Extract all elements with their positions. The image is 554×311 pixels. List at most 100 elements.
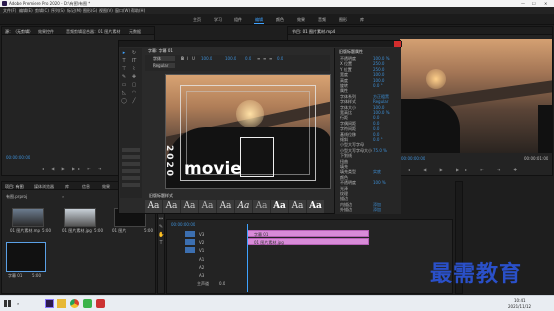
font-style-dropdown[interactable]: Regular xyxy=(153,63,175,68)
tracking-value[interactable]: 0.0 xyxy=(277,56,283,61)
align-right-icon[interactable]: ≡ xyxy=(269,56,272,61)
font-family-dropdown[interactable]: 字体 xyxy=(153,56,175,61)
search-taskbar-icon[interactable]: ⌕ xyxy=(17,301,19,306)
property-value[interactable]: 100 % xyxy=(373,180,400,185)
tab-project[interactable]: 项目: 有图 xyxy=(5,184,24,189)
workspace-tab-libraries[interactable]: 库 xyxy=(360,17,364,22)
italic-button[interactable]: I xyxy=(187,56,188,61)
tab-effects[interactable]: 效果 xyxy=(102,184,110,189)
style-preset[interactable]: Aa xyxy=(307,200,324,213)
workspace-tab-graphics[interactable]: 图形 xyxy=(339,17,347,22)
hand-tool-icon[interactable]: ✋ xyxy=(158,232,164,238)
menu-view[interactable]: 视图(V) xyxy=(99,8,113,13)
style-preset[interactable]: Aa xyxy=(145,200,162,213)
project-item-thumb[interactable] xyxy=(12,208,44,227)
bold-button[interactable]: B xyxy=(181,56,184,61)
style-preset[interactable]: Aa xyxy=(289,200,306,213)
kerning-value[interactable]: 100.0 xyxy=(225,56,236,61)
menu-clip[interactable]: 剪辑(C) xyxy=(35,8,49,13)
tab-media-browser[interactable]: 媒体浏览器 xyxy=(34,184,54,189)
align-center-icon[interactable]: ≡ xyxy=(263,56,266,61)
align-left-icon[interactable]: ≡ xyxy=(257,56,260,61)
property-value[interactable]: 0.0 ° xyxy=(373,83,400,88)
property-value[interactable]: 0.0 xyxy=(373,132,400,137)
pen-tool-icon[interactable]: ✎ xyxy=(158,224,164,230)
title-selection-tool-icon[interactable]: ▸ xyxy=(121,50,127,56)
title-add-anchor-tool-icon[interactable]: ✚ xyxy=(131,74,137,80)
source-transport-controls[interactable]: ◂ ◀ ▶ ▶▸ ⇤ ⇥ xyxy=(42,166,112,171)
property-value[interactable]: 100.0 % xyxy=(373,56,400,61)
menu-window[interactable]: 窗口(W) xyxy=(115,8,130,13)
property-value[interactable]: 方正粗黑 xyxy=(373,94,400,99)
workspace-tab-color[interactable]: 颜色 xyxy=(276,17,284,22)
project-item-thumb[interactable] xyxy=(64,208,96,227)
chrome-taskbar-icon[interactable] xyxy=(70,299,79,308)
style-preset[interactable]: Aa xyxy=(235,200,252,213)
workspace-tab-home[interactable]: 主页 xyxy=(193,17,201,22)
property-value[interactable]: 添加 xyxy=(373,202,400,207)
title-line-tool-icon[interactable]: ╱ xyxy=(131,98,137,104)
font-size-value[interactable]: 100.0 xyxy=(201,56,212,61)
workspace-tab-effects[interactable]: 效果 xyxy=(297,17,305,22)
wechat-taskbar-icon[interactable] xyxy=(83,299,92,308)
property-value[interactable]: 实底 xyxy=(373,169,400,174)
title-year-text[interactable]: 2020 xyxy=(166,145,174,178)
style-preset[interactable]: Aa xyxy=(217,200,234,213)
playhead[interactable] xyxy=(247,224,248,292)
workspace-tab-audio[interactable]: 音频 xyxy=(318,17,326,22)
title-rectangle-tool-icon[interactable]: ▭ xyxy=(121,82,127,88)
title-ellipse-tool-icon[interactable]: ◯ xyxy=(121,98,127,104)
title-arc-tool-icon[interactable]: ◠ xyxy=(131,90,137,96)
property-value[interactable]: 0.0 xyxy=(373,121,400,126)
title-vertical-type-tool-icon[interactable]: IT xyxy=(131,58,137,64)
tab-program[interactable]: 节目: 01 图片素材.mp4 xyxy=(292,29,335,34)
minimize-button[interactable]: — xyxy=(521,1,525,6)
workspace-tab-editing[interactable]: 编辑 xyxy=(255,17,263,22)
menu-file[interactable]: 文件(F) xyxy=(3,8,16,13)
property-value[interactable]: 100.0 xyxy=(373,78,400,83)
type-tool-icon[interactable]: T xyxy=(158,240,164,246)
tab-metadata[interactable]: 元数据 xyxy=(129,29,141,34)
menu-graphics[interactable]: 图形(G) xyxy=(83,8,97,13)
title-path-type-tool-icon[interactable]: ⌇ xyxy=(131,66,137,72)
premiere-taskbar-icon[interactable] xyxy=(45,299,54,308)
leading-value[interactable]: 0.0 xyxy=(245,56,251,61)
workspace-tab-assembly[interactable]: 组件 xyxy=(234,17,242,22)
timeline-clip-image[interactable]: 01 图片素材.jpg xyxy=(247,238,369,245)
title-pen-tool-icon[interactable]: ✎ xyxy=(121,74,127,80)
tab-effect-controls[interactable]: 效果控件 xyxy=(38,29,54,34)
tab-audio-clip-mixer[interactable]: 音频剪辑混合器：01 图片素材 xyxy=(66,29,123,34)
style-preset[interactable]: Aa xyxy=(163,200,180,213)
title-wedge-tool-icon[interactable]: ◺ xyxy=(121,90,127,96)
title-rounded-rect-tool-icon[interactable]: ▢ xyxy=(131,82,137,88)
title-area-type-tool-icon[interactable]: ⊤ xyxy=(121,66,127,72)
close-button[interactable]: ✕ xyxy=(544,1,547,6)
menu-sequence[interactable]: 序列(S) xyxy=(51,8,65,13)
underline-button[interactable]: U xyxy=(192,56,195,61)
track-header-toggles[interactable] xyxy=(185,231,195,255)
style-preset[interactable]: Aa xyxy=(271,200,288,213)
style-preset[interactable]: Aa xyxy=(181,200,198,213)
property-value[interactable]: 100.0 xyxy=(373,105,400,110)
folder-taskbar-icon[interactable] xyxy=(57,299,66,308)
style-preset[interactable]: Aa xyxy=(199,200,216,213)
timeline-clip-title[interactable]: 字幕 01 xyxy=(247,230,369,237)
project-item-thumb-selected[interactable] xyxy=(6,242,46,272)
property-value[interactable]: 0.0 ° xyxy=(373,137,400,142)
workspace-tab-learn[interactable]: 学习 xyxy=(214,17,222,22)
menu-help[interactable]: 帮助(H) xyxy=(131,8,145,13)
property-value[interactable]: 100.0 xyxy=(373,72,400,77)
app-taskbar-icon[interactable] xyxy=(96,299,105,308)
property-value[interactable]: 0.0 xyxy=(373,115,400,120)
property-value[interactable]: 100.0 % xyxy=(373,110,400,115)
menu-edit[interactable]: 编辑(E) xyxy=(19,8,33,13)
tab-source[interactable]: 源：（无剪辑） xyxy=(5,29,33,34)
tab-libraries[interactable]: 库 xyxy=(65,184,69,189)
title-dialog-tab[interactable]: 字幕: 字幕 01 xyxy=(148,48,173,53)
property-value[interactable]: 250.0 xyxy=(373,67,400,72)
menu-marker[interactable]: 标记(M) xyxy=(67,8,82,13)
dialog-close-button[interactable] xyxy=(394,41,401,47)
style-preset[interactable]: Aa xyxy=(253,200,270,213)
tab-info[interactable]: 信息 xyxy=(82,184,90,189)
property-value[interactable]: 0.0 xyxy=(373,126,400,131)
